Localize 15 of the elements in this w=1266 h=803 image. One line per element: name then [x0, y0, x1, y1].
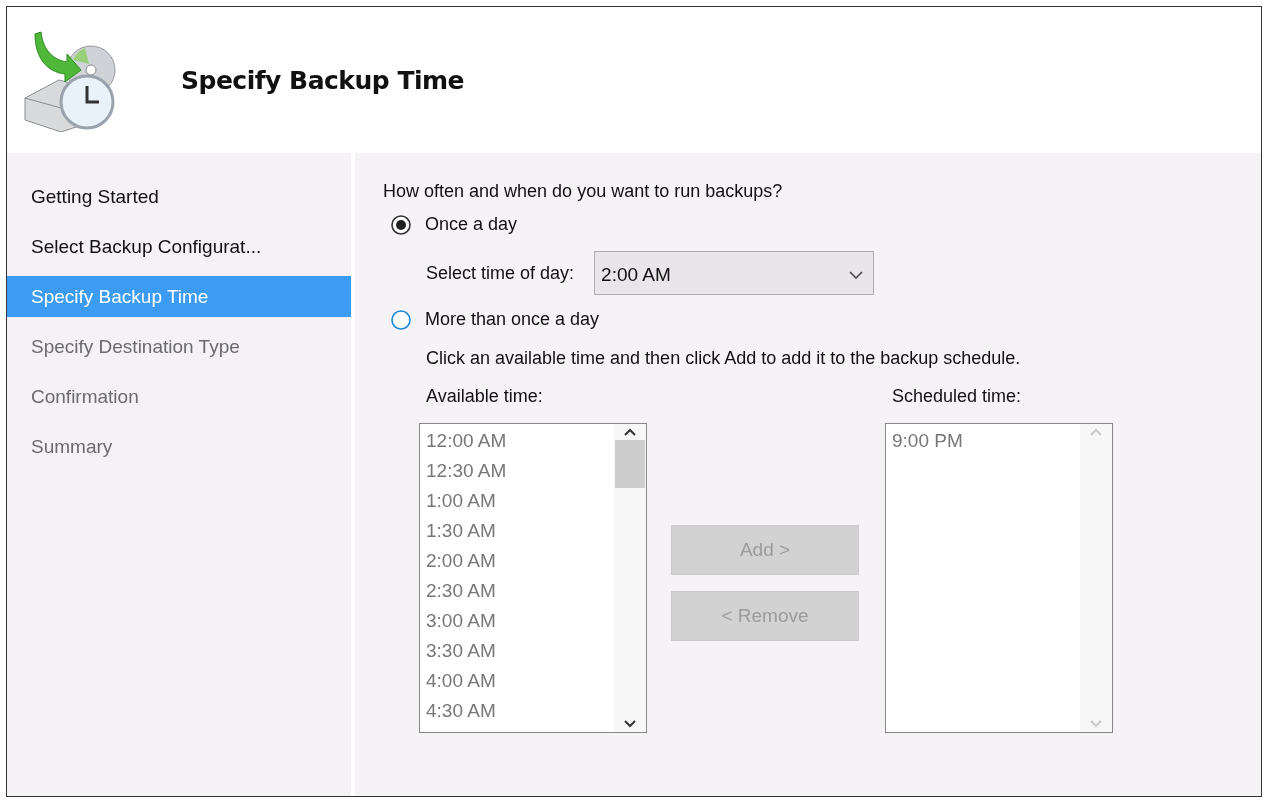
radio-label[interactable]: Once a day — [425, 214, 518, 235]
question-text: How often and when do you want to run backups? — [383, 181, 784, 202]
list-label: Available time: — [426, 386, 544, 407]
chevron-down-icon — [849, 271, 864, 279]
wizard-step[interactable]: Getting Started — [7, 176, 351, 217]
radio-button[interactable] — [391, 309, 411, 330]
wizard-title: Specify Backup Time — [181, 65, 465, 95]
wizard-step[interactable]: Specify Backup Time — [7, 276, 351, 317]
field-label: Select time of day: — [426, 262, 575, 284]
list-label: Scheduled time: — [892, 386, 1023, 407]
time-of-day-dropdown[interactable]: 2:00 AM — [594, 251, 875, 295]
radio-label[interactable]: More than once a day — [425, 309, 600, 330]
instruction-text: Click an available time and then click Add to add it to the backup schedule. — [426, 348, 1022, 369]
wizard-step[interactable]: Select Backup Configurat... — [7, 226, 351, 267]
radio-button[interactable] — [391, 214, 411, 235]
